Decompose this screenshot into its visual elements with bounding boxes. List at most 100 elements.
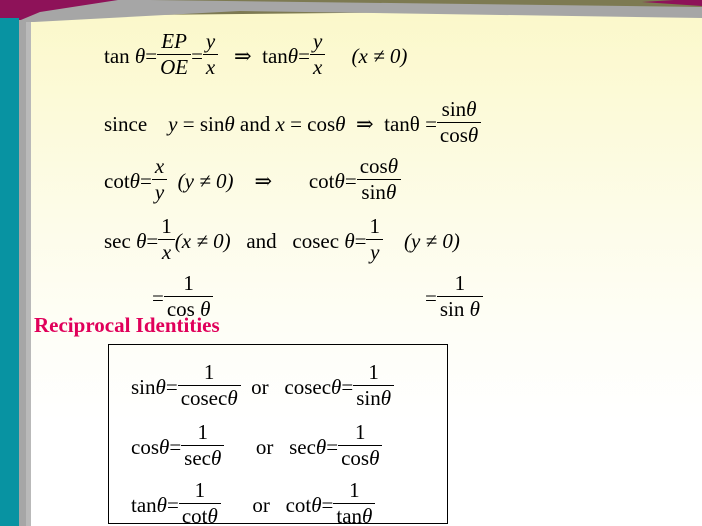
equals-sign: = — [425, 285, 437, 310]
theta-symbol-den: θ — [211, 445, 222, 470]
cos-label-den: cos — [439, 122, 468, 147]
sin-label-den: sin — [361, 179, 386, 204]
reciprocal-identities-box: sinθ= 1 cosecθ or cosecθ= 1 sinθ cosθ= 1 secθ … — [108, 344, 448, 526]
theta-symbol-2: θ — [315, 434, 327, 459]
fraction-numerator: y — [309, 30, 326, 55]
sec-label: sec — [289, 434, 316, 459]
or-label: or — [251, 374, 269, 399]
fraction-one-over-x: 1x — [158, 215, 175, 264]
sin-label-den: sin — [356, 385, 381, 410]
identity-row-tan-cot: tanθ= 1 cotθ or cotθ= 1 tanθ — [131, 479, 376, 526]
fraction-numerator: 1 — [366, 215, 383, 240]
sec-label-den: sec — [184, 445, 211, 470]
fraction-numerator: 1 — [158, 215, 175, 240]
theta-symbol: θ — [136, 228, 147, 253]
or-label: or — [255, 434, 274, 459]
theta-symbol-2: θ — [311, 492, 322, 517]
fraction-denominator: OE — [160, 54, 189, 79]
implies-arrow-icon: ⇒ — [254, 168, 273, 193]
theta-symbol-upright: θ — [409, 111, 420, 136]
left-teal-bar-decoration — [0, 18, 19, 526]
equals-sign: = — [146, 228, 159, 253]
equals-sign: = — [139, 168, 152, 193]
fraction-one-over-tan-theta: 1 tanθ — [333, 479, 376, 526]
identity-row-sin-cosec: sinθ= 1 cosecθ or cosecθ= 1 sinθ — [131, 361, 395, 411]
tan-label-2: tan — [262, 43, 288, 68]
fraction-denominator: y — [370, 239, 380, 264]
fraction-numerator: sinθ — [436, 97, 482, 123]
cos-label-den: cos — [341, 445, 370, 470]
fraction-denominator: cotθ — [179, 504, 221, 526]
fraction-denominator: x — [312, 54, 323, 79]
fraction-one-over-sin-theta: 1 sinθ — [353, 361, 395, 410]
fraction-one-over-cot-theta: 1 cotθ — [178, 479, 221, 526]
theta-symbol-2: θ — [334, 168, 345, 193]
left-inner-gray-bar-decoration — [26, 22, 31, 526]
sin-label: sin — [199, 111, 225, 136]
fraction-numerator: y — [202, 30, 219, 55]
equals-sign-3: = — [425, 111, 437, 136]
equals-sign: = — [145, 43, 158, 68]
fraction-one-over-y: 1y — [366, 215, 383, 264]
section-heading-reciprocal-identities: Reciprocal Identities — [34, 313, 220, 337]
fraction-numerator: 1 — [181, 421, 225, 446]
theta-symbol-den: θ — [227, 385, 238, 410]
fraction-denominator: cosecθ — [178, 386, 241, 411]
theta-symbol-2: θ — [344, 228, 355, 253]
fraction-numerator: 1 — [338, 421, 383, 446]
x-variable: x — [275, 111, 285, 136]
cot-label: cot — [104, 168, 130, 193]
theta-symbol-den: θ — [362, 503, 373, 526]
sin-label: sin — [131, 374, 156, 399]
equals-sign-2: = — [321, 492, 334, 517]
and-label: and — [239, 111, 271, 136]
fraction-denominator: sin θ — [437, 297, 483, 322]
fraction-denominator: y — [154, 179, 165, 204]
fraction-denominator: secθ — [181, 446, 224, 471]
equals-sign-2: = — [191, 43, 203, 68]
condition-y-not-zero: (y ≠ 0) — [403, 228, 460, 253]
equals-sign-2: = — [326, 434, 339, 459]
implies-arrow-icon: ⇒ — [356, 111, 374, 136]
sin-label-num: sin — [441, 97, 467, 121]
cot-label-2: cot — [308, 168, 335, 193]
slide-canvas: tan θ= EP OE = y x ⇒ tanθ= y x (x ≠ 0) since y … — [0, 0, 702, 526]
and-label: and — [246, 228, 277, 253]
fraction-numerator: x — [151, 155, 168, 180]
fraction-denominator: x — [161, 239, 172, 264]
theta-symbol-den: θ — [469, 296, 480, 321]
fraction-numerator: EP — [157, 30, 192, 55]
fraction-y-over-x-2: yx — [309, 30, 326, 79]
cosec-label: cosec — [292, 228, 340, 253]
fraction-numerator: 1 — [353, 361, 395, 386]
sec-label: sec — [104, 228, 131, 253]
formula-line-sec-cosec-definition: sec θ= 1 x (x ≠ 0) and cosec θ= 1 y (y ≠ 0) — [104, 215, 460, 264]
theta-symbol-den: θ — [380, 385, 392, 410]
or-label: or — [252, 492, 270, 517]
theta-symbol-den: θ — [369, 445, 380, 470]
theta-symbol-2: θ — [331, 374, 342, 399]
condition-x-not-zero: (x ≠ 0) — [351, 43, 408, 68]
cos-label-num: cos — [359, 154, 388, 178]
theta-symbol: θ — [155, 374, 166, 399]
theta-symbol: θ — [134, 43, 146, 68]
theta-symbol: θ — [159, 434, 170, 459]
equals-sign: = — [165, 374, 178, 399]
theta-symbol-num: θ — [387, 154, 399, 178]
tan-label-den: tan — [336, 503, 363, 526]
fraction-one-over-sec-theta: 1 secθ — [181, 421, 225, 471]
implies-arrow-icon: ⇒ — [234, 43, 252, 68]
theta-symbol-den: θ — [467, 122, 479, 147]
cosec-label: cosec — [284, 374, 332, 399]
fraction-one-over-cosec-theta: 1 cosecθ — [177, 361, 241, 411]
cos-label: cos — [131, 434, 159, 459]
equals-sign: = — [182, 111, 195, 136]
theta-symbol: θ — [156, 492, 167, 517]
fraction-numerator: 1 — [178, 479, 221, 504]
condition-x-not-zero: (x ≠ 0) — [174, 228, 231, 253]
fraction-one-over-cos-theta: 1 cosθ — [338, 421, 383, 470]
theta-symbol-2: θ — [287, 43, 299, 68]
since-label: since — [104, 111, 148, 136]
cot-label-den: cot — [181, 503, 208, 526]
equals-sign-2: = — [290, 111, 302, 136]
